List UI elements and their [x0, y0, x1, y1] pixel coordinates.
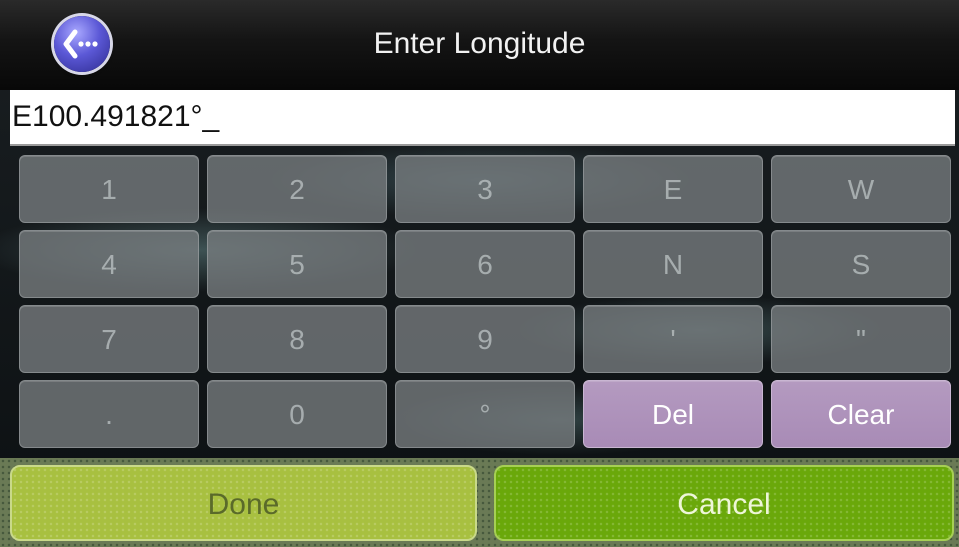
clear-button[interactable]: Clear: [771, 380, 951, 448]
key-8[interactable]: 8: [207, 305, 387, 373]
key-s[interactable]: S: [771, 230, 951, 298]
key-4[interactable]: 4: [19, 230, 199, 298]
cancel-button[interactable]: Cancel: [494, 465, 954, 541]
key-decimal[interactable]: .: [19, 380, 199, 448]
delete-button[interactable]: Del: [583, 380, 763, 448]
key-degree[interactable]: °: [395, 380, 575, 448]
key-e[interactable]: E: [583, 155, 763, 223]
key-minutes[interactable]: ': [583, 305, 763, 373]
key-w[interactable]: W: [771, 155, 951, 223]
key-seconds[interactable]: ": [771, 305, 951, 373]
key-n[interactable]: N: [583, 230, 763, 298]
bottom-bar: Done Cancel: [0, 458, 959, 547]
title-bar: Enter Longitude: [0, 0, 959, 90]
key-0[interactable]: 0: [207, 380, 387, 448]
key-7[interactable]: 7: [19, 305, 199, 373]
key-6[interactable]: 6: [395, 230, 575, 298]
key-1[interactable]: 1: [19, 155, 199, 223]
key-5[interactable]: 5: [207, 230, 387, 298]
page-title: Enter Longitude: [373, 27, 586, 60]
longitude-input-value: E100.491821°_: [12, 100, 220, 133]
key-9[interactable]: 9: [395, 305, 575, 373]
key-3[interactable]: 3: [395, 155, 575, 223]
longitude-entry-screen: Enter Longitude E100.491821°_ 1 2 3 E W …: [0, 0, 959, 547]
key-2[interactable]: 2: [207, 155, 387, 223]
done-button[interactable]: Done: [10, 465, 477, 541]
longitude-input-field[interactable]: E100.491821°_: [10, 90, 955, 146]
